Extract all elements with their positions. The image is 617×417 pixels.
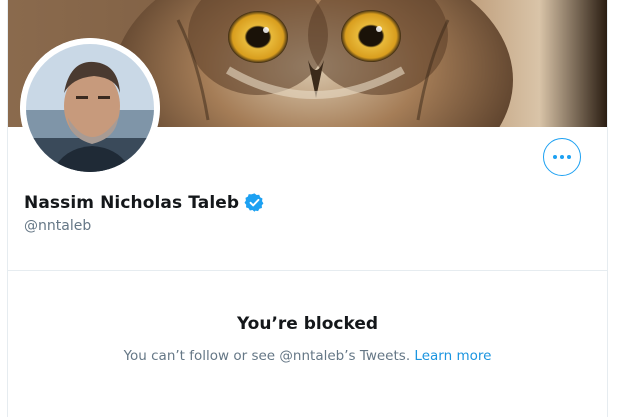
name-row: Nassim Nicholas Taleb — [24, 192, 265, 213]
page: Nassim Nicholas Taleb @nntaleb You’re bl… — [0, 0, 617, 417]
learn-more-link[interactable]: Learn more — [414, 348, 491, 364]
profile-column: Nassim Nicholas Taleb @nntaleb You’re bl… — [7, 0, 608, 417]
display-name: Nassim Nicholas Taleb — [24, 192, 240, 213]
blocked-message: You can’t follow or see @nntaleb’s Tweet… — [8, 348, 607, 364]
blocked-title: You’re blocked — [236, 314, 379, 334]
avatar-photo — [20, 38, 160, 178]
more-horizontal-icon — [553, 155, 571, 159]
section-divider — [8, 270, 607, 271]
blocked-message-text: You can’t follow or see @nntaleb’s Tweet… — [123, 348, 411, 364]
more-options-button[interactable] — [543, 138, 581, 176]
profile-handle: @nntaleb — [24, 218, 92, 234]
profile-avatar[interactable] — [20, 38, 160, 178]
verified-badge-icon — [244, 193, 264, 212]
